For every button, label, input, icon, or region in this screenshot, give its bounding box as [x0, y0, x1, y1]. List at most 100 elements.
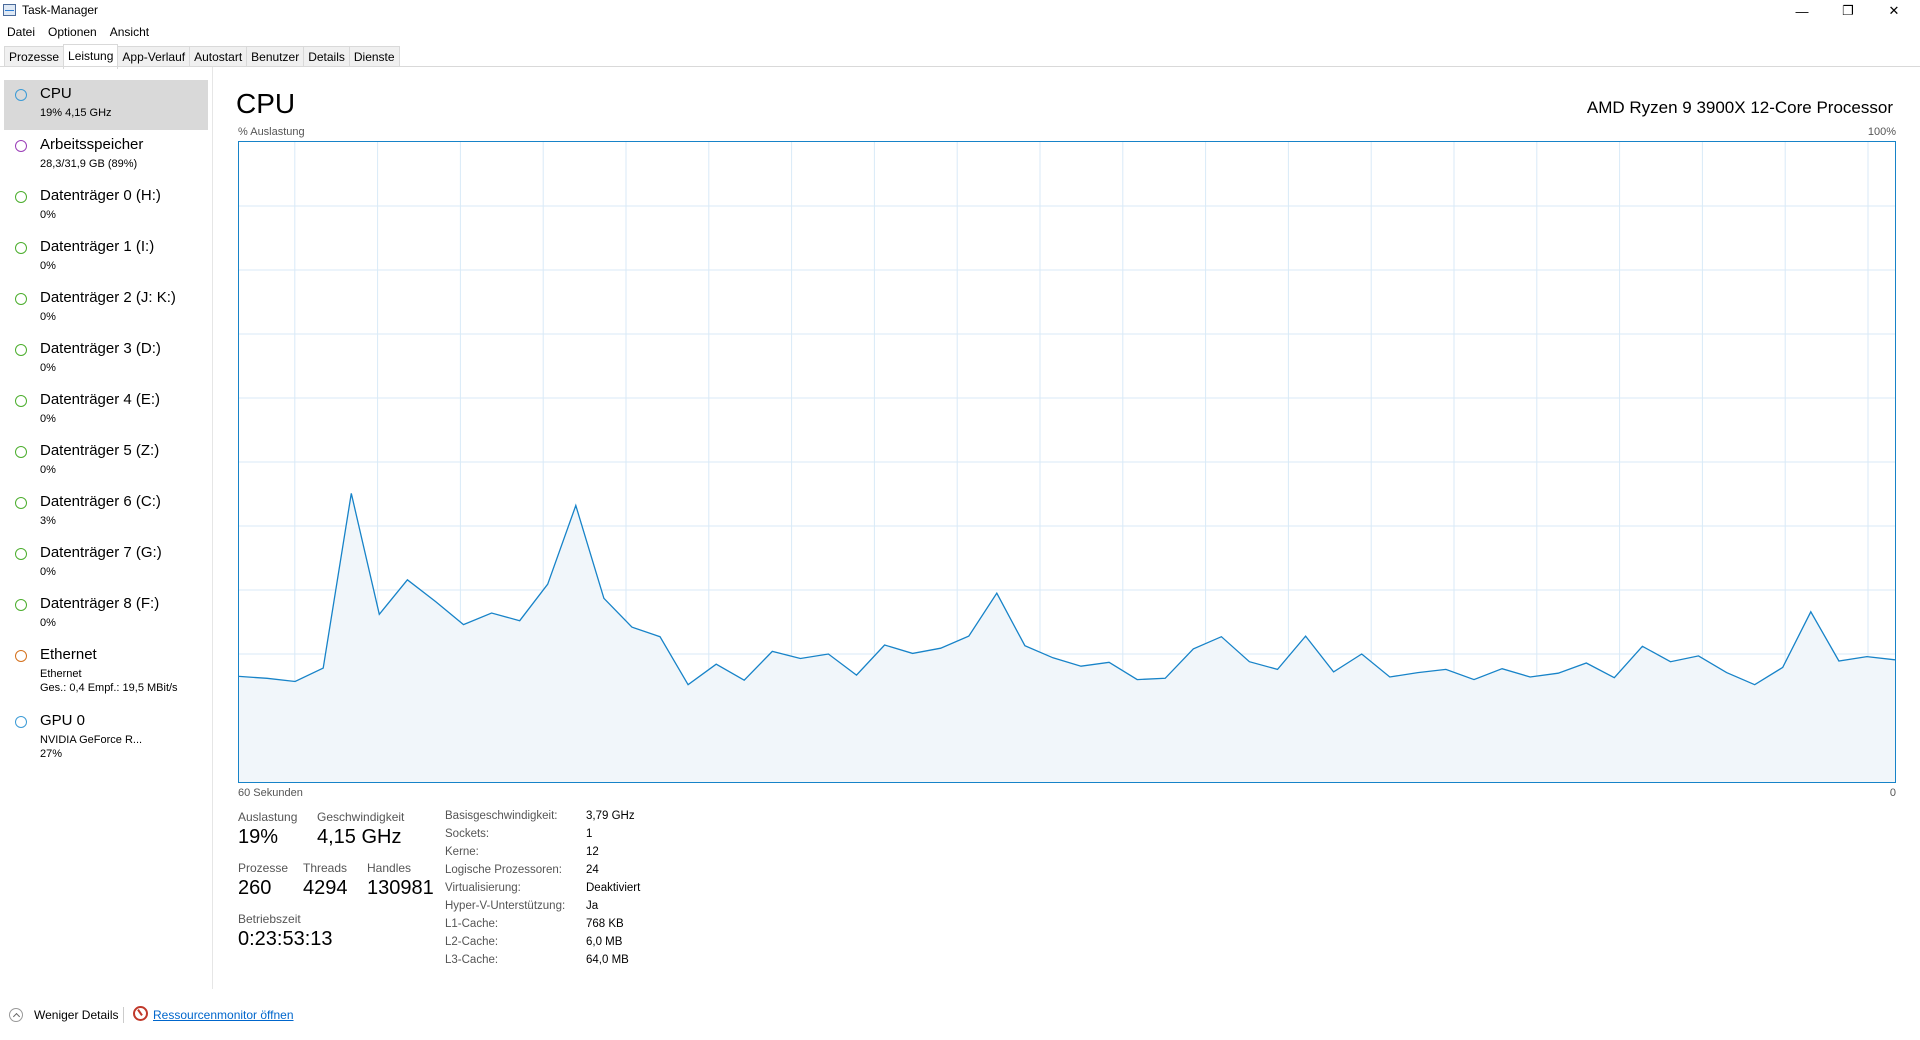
processor-name: AMD Ryzen 9 3900X 12-Core Processor	[1586, 98, 1893, 117]
sidebar-item[interactable]: CPU 19% 4,15 GHz	[4, 80, 208, 130]
footer-bar: Weniger Details Ressourcenmonitor öffnen	[0, 1000, 1920, 1030]
stat-threads: Threads 4294	[303, 861, 348, 900]
graph-time-label: 60 Sekunden	[238, 787, 303, 799]
menu-ansicht[interactable]: Ansicht	[103, 23, 155, 41]
cpu-usage-chart	[239, 142, 1895, 782]
performance-sidebar: CPU 19% 4,15 GHz Arbeitsspeicher 28,3/31,9 …	[0, 67, 213, 989]
sidebar-item-title: Datenträger 3 (D:)	[40, 340, 161, 357]
status-circle-icon	[15, 599, 27, 611]
status-circle-icon	[15, 140, 27, 152]
spec-key: L2-Cache:	[445, 936, 499, 948]
sidebar-item-subtitle: 0%	[40, 362, 56, 374]
status-circle-icon	[15, 89, 27, 101]
resource-monitor-icon[interactable]	[133, 1006, 148, 1021]
sidebar-item-subtitle: Ethernet	[40, 668, 82, 680]
stat-value: 130981	[367, 877, 434, 899]
tab-autostart[interactable]: Autostart	[189, 46, 248, 67]
stat-label: Betriebszeit	[238, 912, 301, 926]
sidebar-item[interactable]: Datenträger 8 (F:) 0%	[4, 590, 208, 640]
spec-value: 64,0 MB	[586, 954, 629, 966]
stat-auslastung: Auslastung 19%	[238, 810, 297, 849]
task-manager-icon	[3, 4, 16, 16]
stat-betriebszeit: Betriebszeit 0:23:53:13	[238, 912, 333, 951]
sidebar-item-title: Datenträger 0 (H:)	[40, 187, 161, 204]
sidebar-item-subtitle: 3%	[40, 515, 56, 527]
spec-key: Virtualisierung:	[445, 882, 521, 894]
cpu-usage-area	[239, 493, 1895, 782]
status-circle-icon	[15, 242, 27, 254]
stat-value: 4294	[303, 877, 348, 899]
sidebar-item-subtitle: 27%	[40, 748, 63, 760]
tab-app-verlauf[interactable]: App-Verlauf	[117, 46, 191, 67]
minimize-button[interactable]: —	[1780, 0, 1824, 22]
close-button[interactable]: ✕	[1872, 0, 1916, 22]
tab-divider	[0, 66, 1920, 67]
cpu-usage-graph	[238, 141, 1896, 783]
spec-value: 12	[586, 846, 599, 858]
spec-value: 768 KB	[586, 918, 624, 930]
stat-geschwindigkeit: Geschwindigkeit 4,15 GHz	[317, 810, 404, 849]
spec-row: L3-Cache: 64,0 MB	[445, 954, 640, 972]
spec-row: Virtualisierung: Deaktiviert	[445, 882, 640, 900]
window-title: Task-Manager	[22, 3, 99, 17]
sidebar-item[interactable]: Datenträger 1 (I:) 0%	[4, 233, 208, 283]
spec-row: Kerne: 12	[445, 846, 640, 864]
sidebar-item-subtitle: 0%	[40, 413, 56, 425]
sidebar-item[interactable]: Datenträger 4 (E:) 0%	[4, 386, 208, 436]
sidebar-item-subtitle: 19% 4,15 GHz	[40, 107, 112, 119]
stat-value: 260	[238, 877, 272, 899]
status-circle-icon	[15, 293, 27, 305]
sidebar-item[interactable]: Datenträger 2 (J: K:) 0%	[4, 284, 208, 334]
stat-label: Handles	[367, 861, 412, 875]
sidebar-item[interactable]: Datenträger 3 (D:) 0%	[4, 335, 208, 385]
sidebar-item[interactable]: Datenträger 0 (H:) 0%	[4, 182, 208, 232]
sidebar-item-title: Datenträger 8 (F:)	[40, 595, 160, 612]
spec-value: Deaktiviert	[586, 882, 641, 894]
tab-strip: Prozesse Leistung App-Verlauf Autostart …	[4, 44, 400, 69]
spec-row: L1-Cache: 768 KB	[445, 918, 640, 936]
sidebar-item[interactable]: Datenträger 7 (G:) 0%	[4, 539, 208, 589]
sidebar-item-subtitle: 0%	[40, 566, 56, 578]
tab-details[interactable]: Details	[303, 46, 350, 67]
sidebar-item[interactable]: Ethernet Ethernet Ges.: 0,4 Empf.: 19,5 MB…	[4, 641, 208, 703]
spec-key: L3-Cache:	[445, 954, 499, 966]
tab-prozesse[interactable]: Prozesse	[4, 46, 65, 67]
sidebar-item-title: Ethernet	[40, 646, 97, 663]
tab-dienste[interactable]: Dienste	[348, 46, 400, 67]
spec-key: Hyper-V-Unterstützung:	[445, 900, 566, 912]
sidebar-item-title: Datenträger 5 (Z:)	[40, 442, 160, 459]
spec-key: L1-Cache:	[445, 918, 499, 930]
sidebar-item[interactable]: Datenträger 5 (Z:) 0%	[4, 437, 208, 487]
spec-value: 1	[586, 828, 593, 840]
spec-key: Basisgeschwindigkeit:	[445, 810, 558, 822]
spec-key: Sockets:	[445, 828, 490, 840]
fewer-details-button[interactable]: Weniger Details	[34, 1008, 118, 1022]
sidebar-item-title: CPU	[40, 85, 72, 102]
menu-datei[interactable]: Datei	[0, 23, 41, 41]
sidebar-item-title: Datenträger 1 (I:)	[40, 238, 155, 255]
sidebar-item-title: Arbeitsspeicher	[40, 136, 144, 153]
stat-label: Auslastung	[238, 810, 298, 824]
sidebar-item[interactable]: Datenträger 6 (C:) 3%	[4, 488, 208, 538]
chevron-up-icon[interactable]	[9, 1008, 23, 1022]
resource-monitor-link[interactable]: Ressourcenmonitor öffnen	[153, 1008, 294, 1022]
spec-value: Ja	[586, 900, 599, 912]
graph-zero-label: 0	[1889, 787, 1896, 799]
menu-optionen[interactable]: Optionen	[41, 23, 103, 41]
sidebar-item[interactable]: GPU 0 NVIDIA GeForce R... 27%	[4, 707, 208, 769]
spec-row: L2-Cache: 6,0 MB	[445, 936, 640, 954]
sidebar-item-subtitle: 28,3/31,9 GB (89%)	[40, 158, 138, 170]
menu-bar: Datei Optionen Ansicht	[0, 23, 155, 41]
title-bar[interactable]: Task-Manager — ❐ ✕	[0, 0, 1920, 22]
stat-value: 19%	[238, 826, 279, 848]
sidebar-item-title: Datenträger 6 (C:)	[40, 493, 161, 510]
status-circle-icon	[15, 395, 27, 407]
sidebar-item-title: Datenträger 7 (G:)	[40, 544, 162, 561]
status-circle-icon	[15, 191, 27, 203]
restore-button[interactable]: ❐	[1826, 0, 1870, 22]
stat-prozesse: Prozesse 260	[238, 861, 288, 900]
sidebar-item-subtitle: 0%	[40, 311, 56, 323]
graph-y-label: % Auslastung	[238, 126, 305, 138]
tab-benutzer[interactable]: Benutzer	[246, 46, 305, 67]
sidebar-item[interactable]: Arbeitsspeicher 28,3/31,9 GB (89%)	[4, 131, 208, 181]
